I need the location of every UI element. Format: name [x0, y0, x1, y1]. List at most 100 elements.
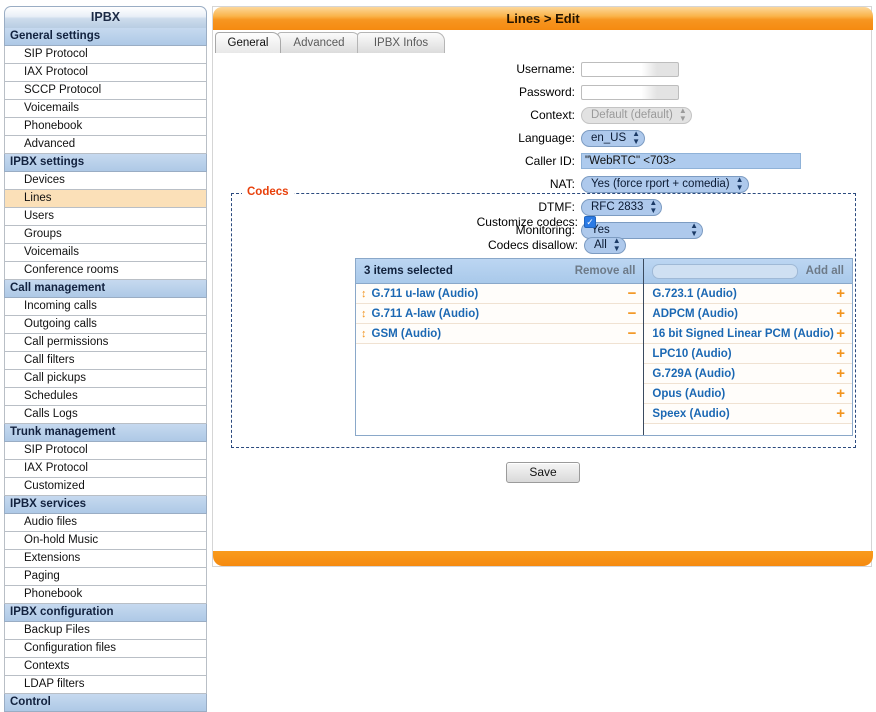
sidebar-item-extensions[interactable]: Extensions	[4, 550, 207, 568]
language-label: Language:	[518, 131, 575, 145]
codecs-legend: Codecs	[242, 186, 294, 198]
sidebar-item-paging[interactable]: Paging	[4, 568, 207, 586]
add-codec-icon[interactable]: +	[836, 386, 845, 401]
tab-advanced[interactable]: Advanced	[277, 32, 361, 53]
customize-codecs-checkbox[interactable]: ✓	[584, 216, 596, 228]
sidebar-item-phonebook[interactable]: Phonebook	[4, 118, 207, 136]
context-select[interactable]: Default (default) ▲ ▼	[581, 106, 692, 124]
sidebar-item-sip-protocol[interactable]: SIP Protocol	[4, 442, 207, 460]
sidebar-item-customized[interactable]: Customized	[4, 478, 207, 496]
codec-available-row[interactable]: Speex (Audio) +	[644, 404, 852, 424]
chevron-updown-icon: ▲ ▼	[735, 175, 744, 192]
field-row-nat: NAT: Yes (force rport + comedia) ▲ ▼	[213, 174, 873, 194]
sidebar-group-trunk-management: Trunk management	[4, 424, 207, 442]
add-codec-icon[interactable]: +	[836, 286, 845, 301]
sidebar-item-contexts[interactable]: Contexts	[4, 658, 207, 676]
save-button[interactable]: Save	[506, 462, 580, 483]
codec-label: G.711 A-law (Audio)	[371, 307, 480, 320]
chevron-updown-icon: ▲ ▼	[632, 129, 641, 146]
sidebar-item-outgoing-calls[interactable]: Outgoing calls	[4, 316, 207, 334]
sidebar-item-call-filters[interactable]: Call filters	[4, 352, 207, 370]
sidebar-item-ldap-filters[interactable]: LDAP filters	[4, 676, 207, 694]
codec-available-list[interactable]: G.723.1 (Audio) + ADPCM (Audio) +16 bit Sig…	[644, 284, 852, 435]
sidebar-item-call-pickups[interactable]: Call pickups	[4, 370, 207, 388]
sidebar-item-incoming-calls[interactable]: Incoming calls	[4, 298, 207, 316]
callerid-input[interactable]: "WebRTC" <703>	[581, 153, 801, 169]
codec-selected-row[interactable]: ↕ G.711 A-law (Audio) −	[356, 304, 644, 324]
sidebar-item-iax-protocol[interactable]: IAX Protocol	[4, 64, 207, 82]
language-select[interactable]: en_US ▲ ▼	[581, 129, 646, 147]
remove-codec-icon[interactable]: −	[628, 306, 637, 321]
sidebar-title: IPBX	[4, 6, 207, 28]
sidebar-item-calls-logs[interactable]: Calls Logs	[4, 406, 207, 424]
sidebar-item-phonebook[interactable]: Phonebook	[4, 586, 207, 604]
sidebar-item-groups[interactable]: Groups	[4, 226, 207, 244]
customize-codecs-label: Customize codecs:	[476, 215, 578, 229]
field-row-language: Language: en_US ▲ ▼	[213, 128, 873, 148]
codec-label: GSM (Audio)	[371, 327, 442, 340]
codec-available-row[interactable]: ADPCM (Audio) +	[644, 304, 852, 324]
sidebar-item-voicemails[interactable]: Voicemails	[4, 244, 207, 262]
sidebar-item-backup-files[interactable]: Backup Files	[4, 622, 207, 640]
drag-handle-icon[interactable]: ↕	[361, 328, 367, 339]
remove-codec-icon[interactable]: −	[628, 326, 637, 341]
sidebar-item-lines[interactable]: Lines	[4, 190, 207, 208]
codec-available-row[interactable]: LPC10 (Audio) +	[644, 344, 852, 364]
sidebar-item-audio-files[interactable]: Audio files	[4, 514, 207, 532]
username-input[interactable]	[581, 61, 679, 77]
codec-available-row[interactable]: 16 bit Signed Linear PCM (Audio) +	[644, 324, 852, 344]
codec-available-row[interactable]: G.729A (Audio) +	[644, 364, 852, 384]
add-codec-icon[interactable]: +	[836, 366, 845, 381]
sidebar-item-configuration-files[interactable]: Configuration files	[4, 640, 207, 658]
password-label: Password:	[518, 85, 575, 99]
app-window: IPBX General settings SIP Protocol IAX Pro…	[0, 0, 876, 712]
field-row-callerid: Caller ID: "WebRTC" <703>	[213, 151, 873, 171]
tab-ipbx-infos[interactable]: IPBX Infos	[357, 32, 445, 53]
sidebar-item-users[interactable]: Users	[4, 208, 207, 226]
codec-available-row[interactable]: Opus (Audio) +	[644, 384, 852, 404]
codec-label: Speex (Audio)	[652, 407, 730, 420]
sidebar-item-on-hold-music[interactable]: On-hold Music	[4, 532, 207, 550]
codec-label: 16 bit Signed Linear PCM (Audio)	[652, 327, 834, 340]
sidebar-item-advanced[interactable]: Advanced	[4, 136, 207, 154]
codec-selected-row[interactable]: ↕ G.711 u-law (Audio) −	[356, 284, 644, 304]
drag-handle-icon[interactable]: ↕	[361, 288, 367, 299]
add-all-button[interactable]: Add all	[806, 265, 844, 277]
codec-label: G.729A (Audio)	[652, 367, 736, 380]
remove-codec-icon[interactable]: −	[628, 286, 637, 301]
codecs-disallow-select[interactable]: All ▲ ▼	[584, 236, 626, 254]
codec-selected-header: 3 items selected Remove all	[356, 259, 644, 284]
add-codec-icon[interactable]: +	[836, 306, 845, 321]
codec-selected-row[interactable]: ↕ GSM (Audio) −	[356, 324, 644, 344]
sidebar-item-call-permissions[interactable]: Call permissions	[4, 334, 207, 352]
codec-selected-list[interactable]: ↕ G.711 u-law (Audio) − ↕ G.711 A-law (Audio…	[356, 284, 644, 435]
codec-search-input[interactable]	[652, 263, 798, 279]
sidebar-group-ipbx-settings: IPBX settings	[4, 154, 207, 172]
footer-bar	[213, 551, 873, 566]
codec-available-row[interactable]: G.723.1 (Audio) +	[644, 284, 852, 304]
sidebar-item-conference-rooms[interactable]: Conference rooms	[4, 262, 207, 280]
callerid-label: Caller ID:	[524, 154, 575, 168]
password-input[interactable]	[581, 84, 679, 100]
codecs-fieldset: Codecs Customize codecs: ✓ Codecs disall…	[231, 186, 856, 448]
sidebar-item-iax-protocol[interactable]: IAX Protocol	[4, 460, 207, 478]
field-row-password: Password:	[213, 82, 873, 102]
language-value: en_US	[591, 132, 627, 144]
sidebar-item-voicemails[interactable]: Voicemails	[4, 100, 207, 118]
page-title: Lines > Edit	[213, 7, 873, 30]
sidebar-group-call-management: Call management	[4, 280, 207, 298]
sidebar-item-devices[interactable]: Devices	[4, 172, 207, 190]
sidebar-item-sccp-protocol[interactable]: SCCP Protocol	[4, 82, 207, 100]
sidebar: IPBX General settings SIP Protocol IAX Pro…	[4, 6, 207, 712]
add-codec-icon[interactable]: +	[836, 406, 845, 421]
nat-select[interactable]: Yes (force rport + comedia) ▲ ▼	[581, 175, 749, 193]
add-codec-icon[interactable]: +	[836, 326, 845, 341]
remove-all-button[interactable]: Remove all	[575, 265, 636, 277]
tab-bar: General Advanced IPBX Infos	[213, 30, 873, 54]
tab-general[interactable]: General	[215, 32, 281, 53]
add-codec-icon[interactable]: +	[836, 346, 845, 361]
sidebar-item-schedules[interactable]: Schedules	[4, 388, 207, 406]
chevron-updown-icon: ▲ ▼	[678, 106, 687, 123]
drag-handle-icon[interactable]: ↕	[361, 308, 367, 319]
sidebar-item-sip-protocol[interactable]: SIP Protocol	[4, 46, 207, 64]
